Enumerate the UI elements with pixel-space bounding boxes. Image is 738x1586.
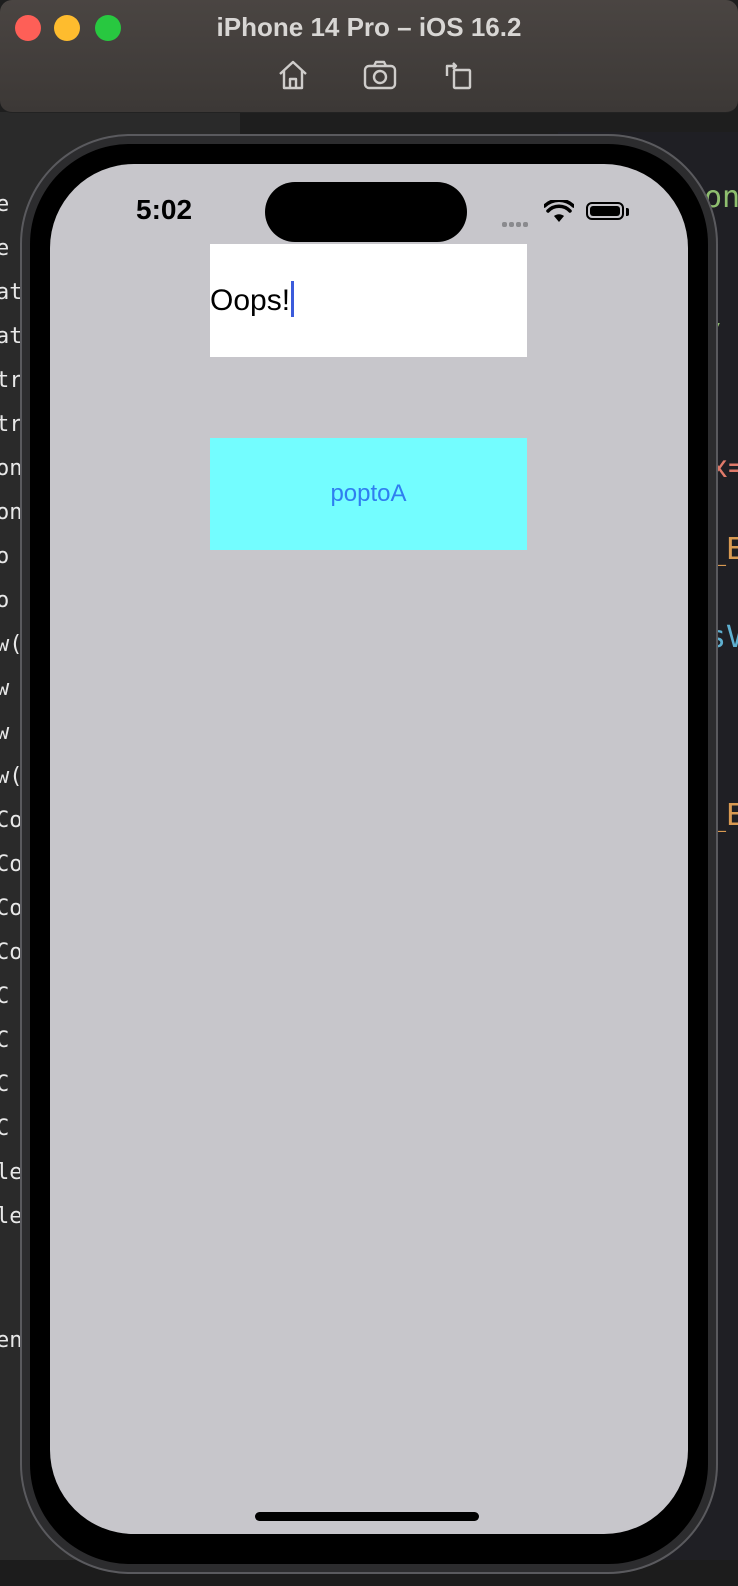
screenshot-icon[interactable] (363, 58, 397, 92)
pop-to-a-button[interactable]: poptoA (210, 438, 527, 550)
navigator-text-fragment: C (0, 1028, 10, 1053)
window-title: iPhone 14 Pro – iOS 16.2 (216, 12, 522, 42)
navigator-text-fragment: e (0, 236, 10, 261)
navigator-text-fragment: C (0, 1116, 10, 1141)
navigator-text-fragment: w (0, 676, 10, 701)
rotate-icon[interactable] (442, 58, 476, 92)
cellular-signal-icon (502, 214, 530, 232)
text-field-value: Oops! (210, 284, 291, 317)
navigator-text-fragment: C (0, 984, 10, 1009)
home-icon[interactable] (276, 58, 310, 92)
iphone-screen: 5:02 Oops! poptoA (50, 164, 688, 1534)
status-time: 5:02 (136, 194, 193, 225)
navigator-text-fragment: o (0, 544, 10, 569)
navigator-text-fragment: w (0, 720, 10, 745)
home-indicator[interactable] (255, 1512, 479, 1521)
navigator-text-fragment: C (0, 1072, 10, 1097)
text-field[interactable]: Oops! (210, 244, 527, 357)
battery-icon (586, 202, 624, 220)
battery-cap (626, 208, 629, 216)
wifi-icon (542, 198, 576, 224)
navigator-text-fragment: o (0, 588, 10, 613)
text-cursor (291, 281, 295, 318)
simulator-title-bar: iPhone 14 Pro – iOS 16.2 (0, 0, 738, 113)
dynamic-island (265, 182, 467, 242)
navigator-text-fragment: e (0, 192, 10, 217)
